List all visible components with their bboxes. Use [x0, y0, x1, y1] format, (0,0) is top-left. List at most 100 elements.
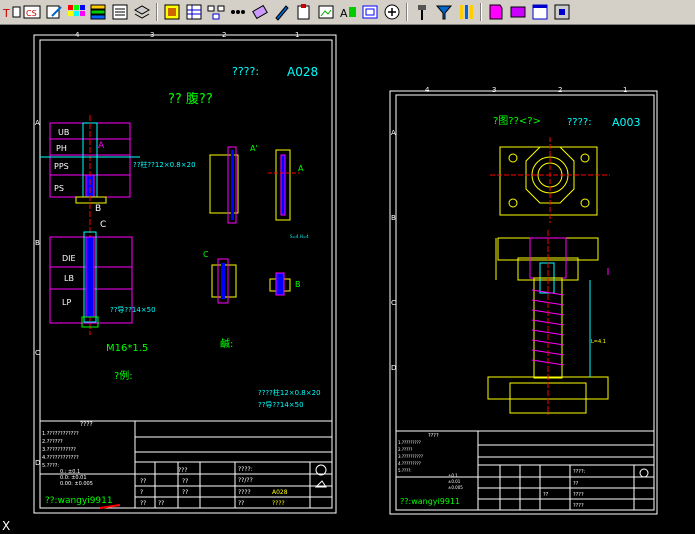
svg-text:????: ???? [428, 433, 439, 439]
callout-1: ??柱??12×0.8×20 [133, 160, 196, 169]
rect-icon[interactable] [508, 2, 528, 22]
svg-text:??: ?? [543, 492, 549, 498]
text-style-icon[interactable]: T [2, 2, 22, 22]
svg-text:??: ?? [182, 489, 188, 496]
svg-text:??: ?? [158, 500, 164, 507]
svg-text:A: A [340, 7, 348, 20]
end-icon[interactable] [552, 2, 572, 22]
left-tb-cell-1: ??? [178, 467, 188, 474]
svg-text:1.?????????: 1.????????? [398, 440, 421, 445]
view-label-b: B [295, 280, 301, 289]
left-author: ??:wangyi9911 [45, 496, 113, 506]
spec-line-1: ????柱12×0.8×20 [258, 388, 321, 397]
view-label-c: C [203, 250, 209, 259]
svg-text:A: A [391, 129, 396, 137]
section-label-b: B [95, 204, 101, 214]
svg-text:5.????:: 5.????: [398, 468, 412, 473]
stack-icon[interactable] [132, 2, 152, 22]
color-grid-icon[interactable] [66, 2, 86, 22]
ruler-top-2: 2 [222, 31, 226, 39]
hammer-icon[interactable] [412, 2, 432, 22]
edit-text-icon[interactable] [44, 2, 64, 22]
right-notes: ???? 1.????????? 2.????? 3.?????????? 4.… [398, 433, 463, 490]
svg-text:????:: ????: [238, 466, 253, 473]
block-icon[interactable] [162, 2, 182, 22]
note-left: ?例: [114, 369, 133, 382]
right-title-id: A003 [612, 116, 641, 129]
plate-label-ub: UB [58, 128, 69, 137]
left-heading: ?? 腹?? [168, 91, 213, 107]
left-title-id: A028 [287, 65, 318, 79]
ruler-side-b: B [35, 239, 40, 247]
ruler-top-4: 4 [75, 31, 80, 39]
filter-icon[interactable] [434, 2, 454, 22]
part-view-a [209, 146, 300, 224]
part-top-view [490, 137, 610, 223]
svg-text:0.00: ±0.005: 0.00: ±0.005 [60, 481, 93, 487]
svg-text:??: ?? [238, 500, 244, 507]
svg-text:3.???????????: 3.??????????? [42, 447, 76, 453]
svg-text:2.??????: 2.?????? [42, 439, 63, 445]
svg-text:2.?????: 2.????? [398, 447, 412, 452]
right-title-left: ?图??<?> [493, 115, 541, 127]
right-author: ??:wangyi9911 [400, 497, 460, 506]
image-icon[interactable] [316, 2, 336, 22]
left-drawing-sheet: 4 3 2 1 A B C D ????: A028 ?? 腹?? UB PH … [33, 31, 337, 514]
ruler-side-c: C [35, 349, 40, 357]
eraser-icon[interactable] [250, 2, 270, 22]
svg-text:4.????????????: 4.???????????? [42, 455, 79, 461]
right-drawing-sheet: 4 3 2 1 A B C D ?图??<?> ????: A003 L=4.1… [389, 86, 658, 515]
dots-icon[interactable] [228, 2, 248, 22]
ocr-icon[interactable]: A [338, 2, 358, 22]
frame-icon[interactable] [360, 2, 380, 22]
plate-label-pps: PPS [54, 162, 69, 171]
svg-text:A028: A028 [272, 489, 288, 496]
right-dim-label: L=4.1 [591, 339, 606, 345]
svg-text:1.????????????: 1.???????????? [42, 431, 79, 437]
svg-text:??: ?? [140, 500, 146, 507]
right-title-code: ????: [567, 117, 592, 128]
plate-label-ps: PS [54, 184, 64, 193]
svg-text:????: ???? [272, 500, 285, 507]
left-tb-cell-3: ? [140, 489, 143, 496]
svg-text:??: ?? [573, 481, 579, 487]
section-label-a: A [98, 141, 105, 151]
part-section-view [487, 230, 609, 415]
plate-label-lb: LB [64, 274, 74, 283]
page-icon[interactable] [486, 2, 506, 22]
svg-text:5.????:: 5.????: [42, 463, 59, 469]
paste-icon[interactable] [294, 2, 314, 22]
view-label-a-prime: A' [250, 144, 258, 153]
notes-title: ???? [80, 421, 93, 428]
table-icon[interactable] [184, 2, 204, 22]
svg-text:T: T [2, 7, 10, 20]
part-view-c [211, 258, 291, 304]
svg-text:????: ???? [238, 489, 251, 496]
svg-text:????: ???? [573, 492, 584, 498]
svg-text:1: 1 [623, 86, 627, 94]
text-format-icon[interactable]: CS [22, 2, 42, 22]
pipe-icon[interactable] [456, 2, 476, 22]
layer-icon[interactable] [88, 2, 108, 22]
pen-icon[interactable] [272, 2, 292, 22]
spec-line-2: ??导??14×50 [258, 401, 304, 409]
svg-text:4: 4 [425, 86, 430, 94]
add-icon[interactable] [382, 2, 402, 22]
svg-text:3: 3 [492, 86, 496, 94]
ruler-side-a: A [35, 119, 40, 127]
ruler-top-3: 3 [150, 31, 154, 39]
left-title-code: ????: [232, 65, 259, 78]
svg-text:2: 2 [558, 86, 562, 94]
view-label-a: A [298, 164, 304, 173]
svg-text:????: ???? [573, 503, 584, 509]
tree-icon[interactable] [206, 2, 226, 22]
toolbar: T CS A [0, 0, 695, 25]
note-center: 鹹: [220, 337, 233, 350]
small-note: S=4 H=4 [290, 234, 309, 239]
svg-text:CS: CS [26, 9, 37, 18]
callout-2: ??导??14×50 [110, 306, 156, 314]
drawing-canvas[interactable]: 4 3 2 1 A B C D ????: A028 ?? 腹?? UB PH … [0, 25, 695, 534]
svg-text:D: D [391, 364, 396, 372]
window-icon[interactable] [530, 2, 550, 22]
list-icon[interactable] [110, 2, 130, 22]
